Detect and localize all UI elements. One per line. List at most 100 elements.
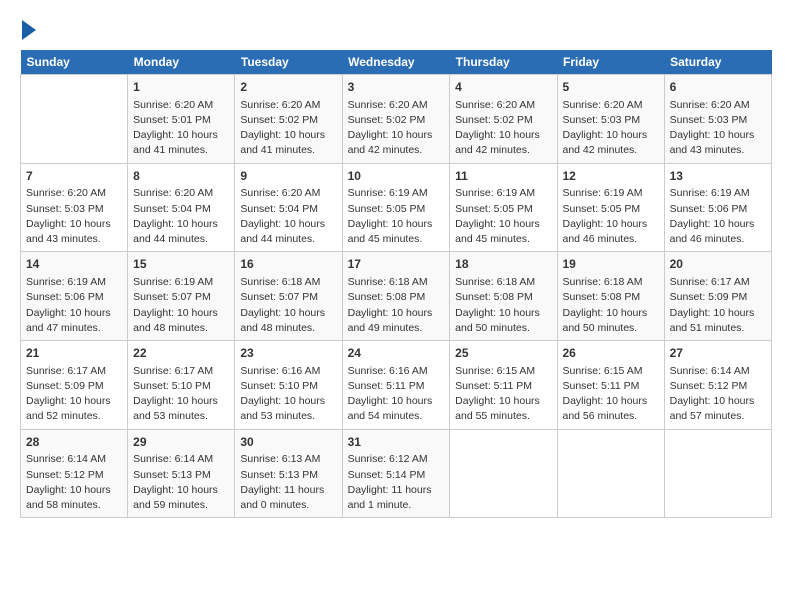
day-info: Sunrise: 6:18 AMSunset: 5:08 PMDaylight:…: [563, 275, 659, 336]
day-number: 17: [348, 256, 445, 273]
day-info: Sunrise: 6:20 AMSunset: 5:04 PMDaylight:…: [240, 186, 336, 247]
day-number: 10: [348, 168, 445, 185]
day-number: 15: [133, 256, 229, 273]
day-info: Sunrise: 6:14 AMSunset: 5:12 PMDaylight:…: [670, 364, 766, 425]
calendar-week-row: 7Sunrise: 6:20 AMSunset: 5:03 PMDaylight…: [21, 163, 772, 252]
calendar-cell: 19 Sunrise: 6:18 AMSunset: 5:08 PMDayligh…: [557, 252, 664, 341]
day-info: Sunrise: 6:18 AMSunset: 5:08 PMDaylight:…: [455, 275, 551, 336]
day-info: Sunrise: 6:19 AMSunset: 5:06 PMDaylight:…: [670, 186, 766, 247]
day-number: 29: [133, 434, 229, 451]
logo-arrow-icon: [22, 20, 36, 40]
header-cell-sunday: Sunday: [21, 50, 128, 75]
calendar-cell: 9Sunrise: 6:20 AMSunset: 5:04 PMDaylight…: [235, 163, 342, 252]
calendar-cell: [450, 429, 557, 518]
calendar-cell: 31Sunrise: 6:12 AMSunset: 5:14 PMDayligh…: [342, 429, 450, 518]
day-number: 16: [240, 256, 336, 273]
calendar-cell: [557, 429, 664, 518]
calendar-cell: 2Sunrise: 6:20 AMSunset: 5:02 PMDaylight…: [235, 75, 342, 164]
calendar-cell: [21, 75, 128, 164]
day-number: 6: [670, 79, 766, 96]
day-info: Sunrise: 6:19 AMSunset: 5:07 PMDaylight:…: [133, 275, 229, 336]
day-number: 12: [563, 168, 659, 185]
header-cell-thursday: Thursday: [450, 50, 557, 75]
day-info: Sunrise: 6:19 AMSunset: 5:05 PMDaylight:…: [348, 186, 445, 247]
day-number: 22: [133, 345, 229, 362]
day-info: Sunrise: 6:19 AMSunset: 5:06 PMDaylight:…: [26, 275, 122, 336]
day-info: Sunrise: 6:20 AMSunset: 5:03 PMDaylight:…: [26, 186, 122, 247]
calendar-cell: 10Sunrise: 6:19 AMSunset: 5:05 PMDayligh…: [342, 163, 450, 252]
calendar-header-row: SundayMondayTuesdayWednesdayThursdayFrid…: [21, 50, 772, 75]
calendar-week-row: 1Sunrise: 6:20 AMSunset: 5:01 PMDaylight…: [21, 75, 772, 164]
day-info: Sunrise: 6:20 AMSunset: 5:04 PMDaylight:…: [133, 186, 229, 247]
calendar-cell: 13Sunrise: 6:19 AMSunset: 5:06 PMDayligh…: [664, 163, 771, 252]
day-number: 2: [240, 79, 336, 96]
header-cell-friday: Friday: [557, 50, 664, 75]
day-info: Sunrise: 6:14 AMSunset: 5:13 PMDaylight:…: [133, 452, 229, 513]
day-info: Sunrise: 6:17 AMSunset: 5:10 PMDaylight:…: [133, 364, 229, 425]
day-number: 9: [240, 168, 336, 185]
day-number: 24: [348, 345, 445, 362]
header-cell-wednesday: Wednesday: [342, 50, 450, 75]
day-number: 7: [26, 168, 122, 185]
calendar-cell: 23 Sunrise: 6:16 AMSunset: 5:10 PMDayligh…: [235, 341, 342, 430]
day-info: Sunrise: 6:18 AMSunset: 5:08 PMDaylight:…: [348, 275, 445, 336]
calendar-cell: 29Sunrise: 6:14 AMSunset: 5:13 PMDayligh…: [128, 429, 235, 518]
calendar-cell: 8Sunrise: 6:20 AMSunset: 5:04 PMDaylight…: [128, 163, 235, 252]
day-number: 25: [455, 345, 551, 362]
calendar-cell: 25Sunrise: 6:15 AMSunset: 5:11 PMDayligh…: [450, 341, 557, 430]
calendar-cell: 27 Sunrise: 6:14 AMSunset: 5:12 PMDayligh…: [664, 341, 771, 430]
day-number: 4: [455, 79, 551, 96]
day-info: Sunrise: 6:17 AMSunset: 5:09 PMDaylight:…: [26, 364, 122, 425]
calendar-cell: 18Sunrise: 6:18 AMSunset: 5:08 PMDayligh…: [450, 252, 557, 341]
calendar-cell: 30Sunrise: 6:13 AMSunset: 5:13 PMDayligh…: [235, 429, 342, 518]
day-number: 19: [563, 256, 659, 273]
day-number: 20: [670, 256, 766, 273]
calendar-cell: 12Sunrise: 6:19 AMSunset: 5:05 PMDayligh…: [557, 163, 664, 252]
day-info: Sunrise: 6:16 AMSunset: 5:11 PMDaylight:…: [348, 364, 445, 425]
day-number: 3: [348, 79, 445, 96]
day-number: 27: [670, 345, 766, 362]
day-info: Sunrise: 6:16 AMSunset: 5:10 PMDaylight:…: [240, 364, 336, 425]
calendar-cell: 17 Sunrise: 6:18 AMSunset: 5:08 PMDayligh…: [342, 252, 450, 341]
calendar-week-row: 21 Sunrise: 6:17 AMSunset: 5:09 PMDayligh…: [21, 341, 772, 430]
calendar-cell: 15 Sunrise: 6:19 AMSunset: 5:07 PMDayligh…: [128, 252, 235, 341]
day-number: 8: [133, 168, 229, 185]
calendar-cell: 1Sunrise: 6:20 AMSunset: 5:01 PMDaylight…: [128, 75, 235, 164]
calendar-cell: 26Sunrise: 6:15 AMSunset: 5:11 PMDayligh…: [557, 341, 664, 430]
calendar-cell: 28Sunrise: 6:14 AMSunset: 5:12 PMDayligh…: [21, 429, 128, 518]
calendar-cell: 11Sunrise: 6:19 AMSunset: 5:05 PMDayligh…: [450, 163, 557, 252]
calendar-cell: 5 Sunrise: 6:20 AMSunset: 5:03 PMDaylight…: [557, 75, 664, 164]
day-info: Sunrise: 6:18 AMSunset: 5:07 PMDaylight:…: [240, 275, 336, 336]
calendar-week-row: 14 Sunrise: 6:19 AMSunset: 5:06 PMDayligh…: [21, 252, 772, 341]
header-cell-tuesday: Tuesday: [235, 50, 342, 75]
calendar-cell: 20 Sunrise: 6:17 AMSunset: 5:09 PMDayligh…: [664, 252, 771, 341]
header: [20, 20, 772, 40]
day-info: Sunrise: 6:19 AMSunset: 5:05 PMDaylight:…: [563, 186, 659, 247]
day-info: Sunrise: 6:14 AMSunset: 5:12 PMDaylight:…: [26, 452, 122, 513]
day-number: 14: [26, 256, 122, 273]
day-number: 23: [240, 345, 336, 362]
day-info: Sunrise: 6:17 AMSunset: 5:09 PMDaylight:…: [670, 275, 766, 336]
day-number: 13: [670, 168, 766, 185]
calendar-cell: 14 Sunrise: 6:19 AMSunset: 5:06 PMDayligh…: [21, 252, 128, 341]
day-info: Sunrise: 6:20 AMSunset: 5:02 PMDaylight:…: [348, 98, 445, 159]
calendar-cell: 4Sunrise: 6:20 AMSunset: 5:02 PMDaylight…: [450, 75, 557, 164]
header-cell-monday: Monday: [128, 50, 235, 75]
day-number: 1: [133, 79, 229, 96]
calendar-cell: 24 Sunrise: 6:16 AMSunset: 5:11 PMDayligh…: [342, 341, 450, 430]
calendar-cell: 16 Sunrise: 6:18 AMSunset: 5:07 PMDayligh…: [235, 252, 342, 341]
day-info: Sunrise: 6:15 AMSunset: 5:11 PMDaylight:…: [563, 364, 659, 425]
day-number: 30: [240, 434, 336, 451]
calendar-cell: 7Sunrise: 6:20 AMSunset: 5:03 PMDaylight…: [21, 163, 128, 252]
day-info: Sunrise: 6:20 AMSunset: 5:03 PMDaylight:…: [563, 98, 659, 159]
day-number: 31: [348, 434, 445, 451]
day-info: Sunrise: 6:12 AMSunset: 5:14 PMDaylight:…: [348, 452, 445, 513]
calendar-cell: 3 Sunrise: 6:20 AMSunset: 5:02 PMDaylight…: [342, 75, 450, 164]
day-info: Sunrise: 6:19 AMSunset: 5:05 PMDaylight:…: [455, 186, 551, 247]
calendar-week-row: 28Sunrise: 6:14 AMSunset: 5:12 PMDayligh…: [21, 429, 772, 518]
day-number: 5: [563, 79, 659, 96]
calendar-cell: 21 Sunrise: 6:17 AMSunset: 5:09 PMDayligh…: [21, 341, 128, 430]
day-number: 21: [26, 345, 122, 362]
calendar-cell: 22 Sunrise: 6:17 AMSunset: 5:10 PMDayligh…: [128, 341, 235, 430]
day-info: Sunrise: 6:13 AMSunset: 5:13 PMDaylight:…: [240, 452, 336, 513]
